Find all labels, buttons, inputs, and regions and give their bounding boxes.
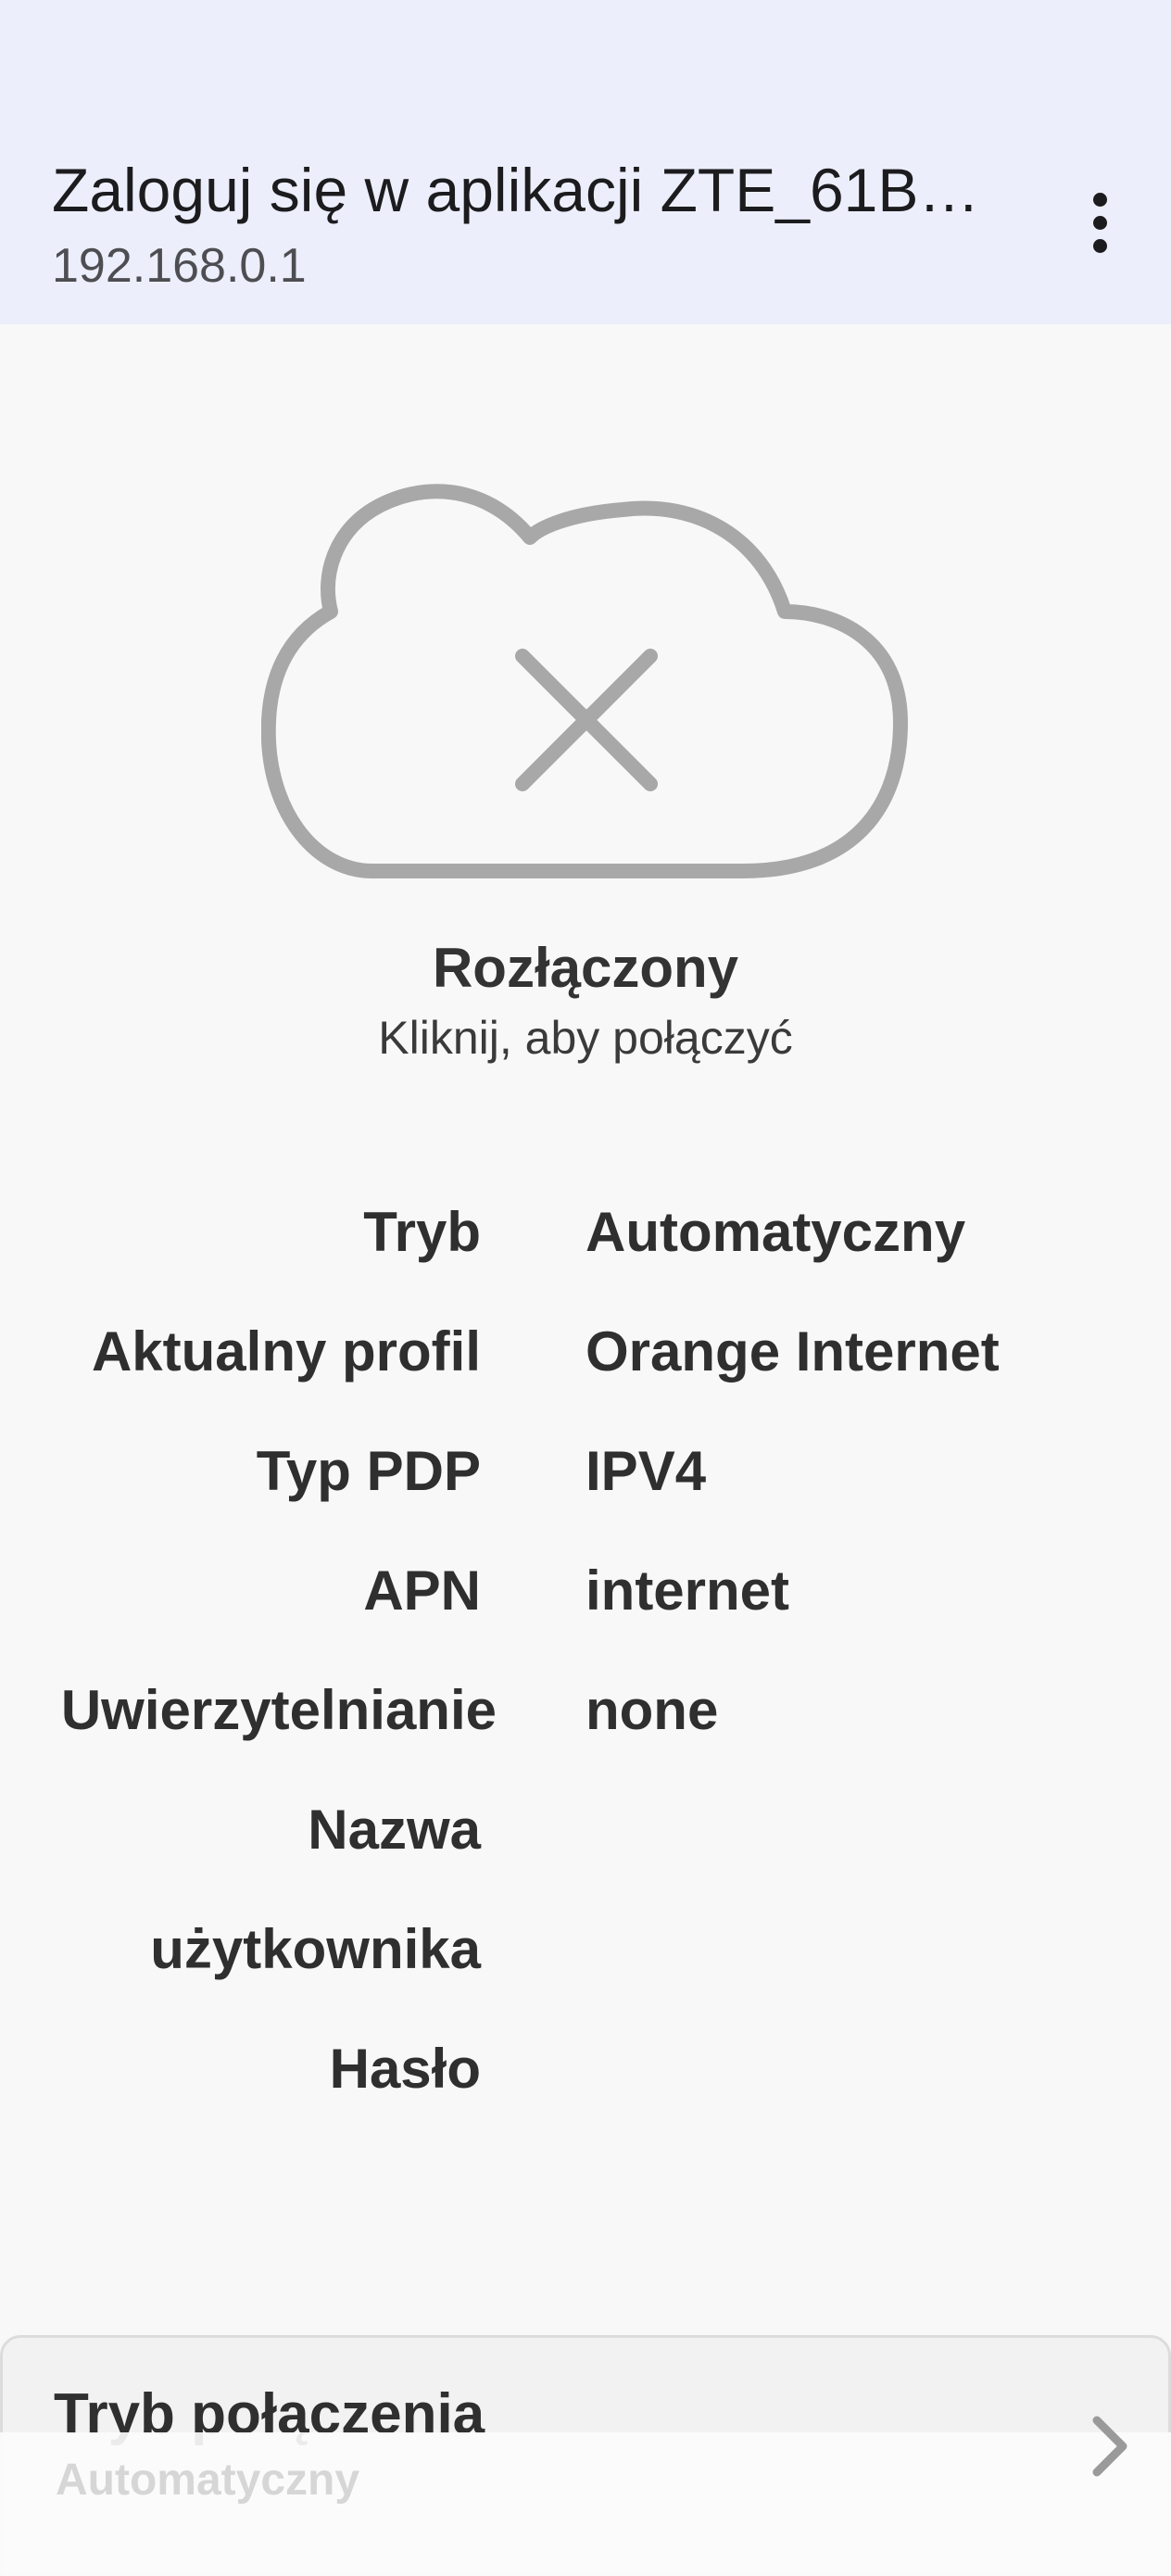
info-row-username-1: Nazwa xyxy=(0,1788,1171,1881)
info-value: internet xyxy=(586,1559,790,1622)
connection-status[interactable]: Rozłączony xyxy=(0,931,1171,1005)
cloud-off-icon[interactable] xyxy=(261,473,910,890)
info-label: APN xyxy=(363,1559,481,1622)
info-label: użytkownika xyxy=(150,1918,481,1980)
page: Zaloguj się w aplikacji ZTE_61B… 192.168… xyxy=(0,0,1171,2576)
info-value: IPV4 xyxy=(586,1440,707,1502)
info-label: Tryb xyxy=(363,1201,481,1263)
more-options-button[interactable] xyxy=(1065,181,1134,264)
info-value: none xyxy=(586,1679,719,1741)
info-value: Automatyczny xyxy=(586,1201,966,1263)
info-row-tryb: Tryb Automatyczny xyxy=(0,1191,1171,1283)
more-vert-icon-dot xyxy=(1092,238,1107,253)
info-row-password: Hasło xyxy=(0,2027,1171,2120)
info-row-auth: Uwierzytelnianie none xyxy=(0,1669,1171,1762)
more-vert-icon xyxy=(1092,192,1107,207)
info-label: Typ PDP xyxy=(256,1440,481,1502)
connection-mode-value: Automatyczny xyxy=(56,2456,360,2505)
more-vert-icon-dot xyxy=(1092,215,1107,230)
info-row-pdp-type: Typ PDP IPV4 xyxy=(0,1430,1171,1522)
info-label: Aktualny profil xyxy=(91,1320,481,1383)
connect-hint[interactable]: Kliknij, aby połączyć xyxy=(0,1005,1171,1070)
info-label: Nazwa xyxy=(308,1799,481,1861)
info-label: Hasło xyxy=(329,2038,481,2100)
info-value: Orange Internet xyxy=(586,1320,1000,1383)
info-row-apn: APN internet xyxy=(0,1549,1171,1642)
app-bar: Zaloguj się w aplikacji ZTE_61B… 192.168… xyxy=(0,0,1171,324)
chevron-right-icon[interactable] xyxy=(1082,2409,1138,2483)
info-row-username-2: użytkownika xyxy=(0,1908,1171,2001)
page-title: Zaloguj się w aplikacji ZTE_61B… xyxy=(52,156,980,224)
page-url: 192.168.0.1 xyxy=(52,239,307,293)
info-row-profile: Aktualny profil Orange Internet xyxy=(0,1310,1171,1403)
info-label: Uwierzytelnianie xyxy=(60,1679,497,1741)
